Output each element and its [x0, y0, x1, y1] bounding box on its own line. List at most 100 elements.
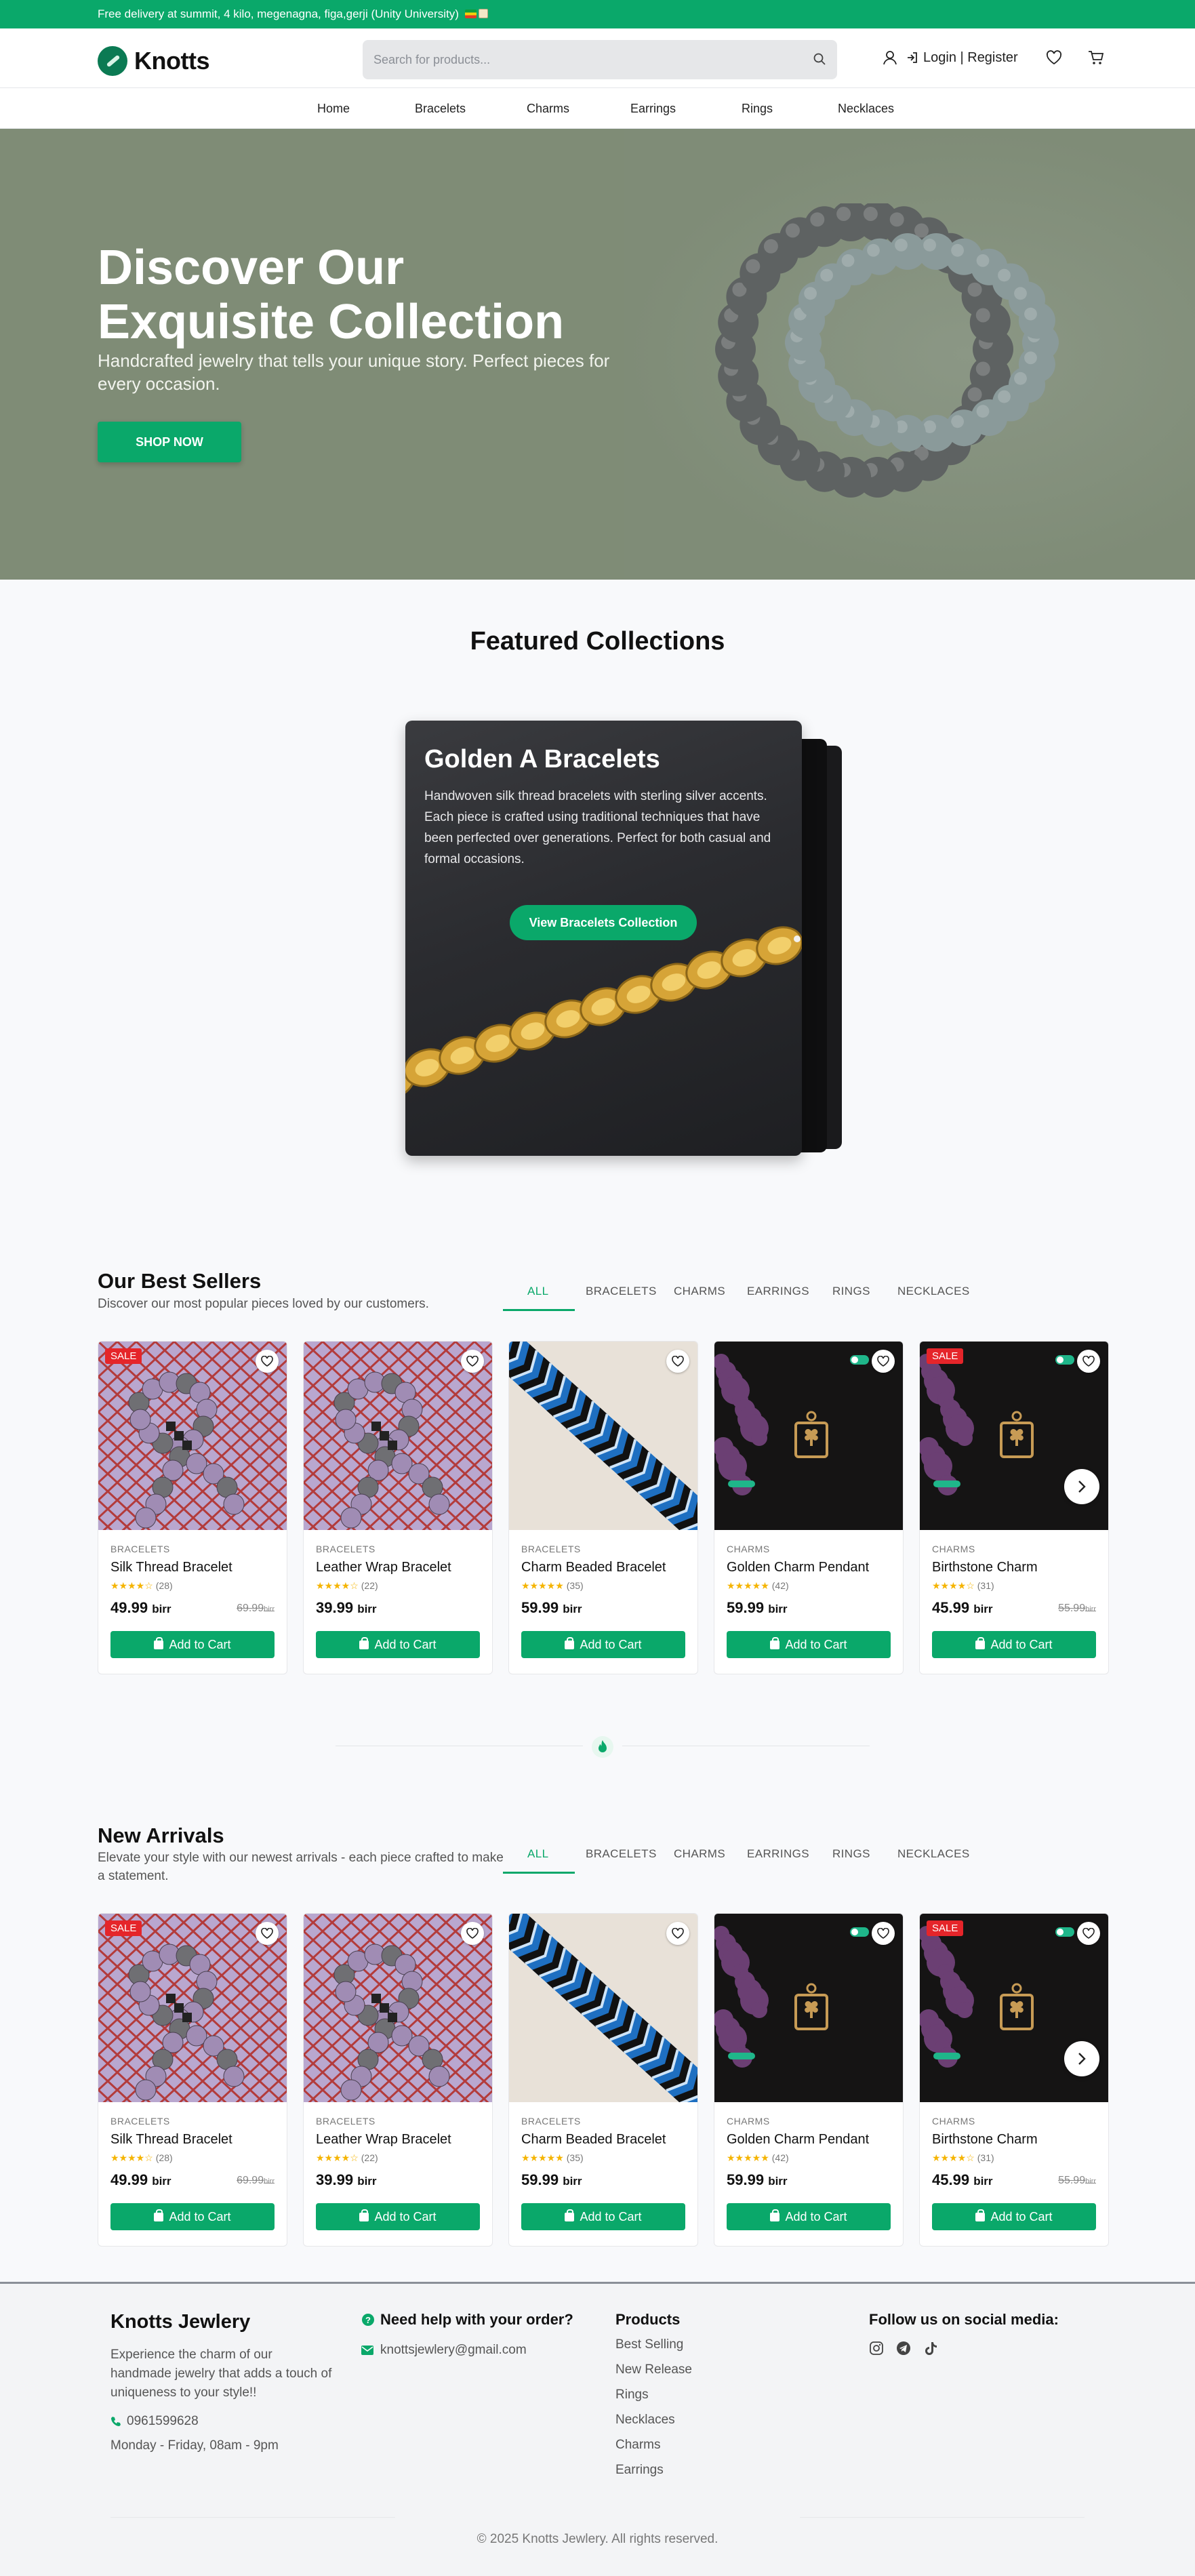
footer-link-best-selling[interactable]: Best Selling — [615, 2335, 819, 2354]
wishlist-button[interactable] — [872, 1350, 895, 1373]
add-to-cart-button[interactable]: Add to Cart — [521, 1631, 685, 1658]
product-card[interactable]: SALE BRACELETS Silk Thread Bracelet ★★★★☆ (2… — [98, 1913, 287, 2247]
wishlist-heart-icon[interactable] — [1045, 49, 1063, 66]
footer-products-title: Products — [615, 2311, 681, 2328]
product-card[interactable]: SALE CHARMS Birthstone Charm ★★★★☆ (31) 45.99… — [919, 1913, 1109, 2247]
product-name[interactable]: Golden Charm Pendant — [727, 2132, 869, 2148]
product-name[interactable]: Silk Thread Bracelet — [110, 2132, 232, 2148]
footer-link-earrings[interactable]: Earrings — [615, 2461, 819, 2479]
footer-hours: Monday - Friday, 08am - 9pm — [110, 2438, 279, 2453]
product-name[interactable]: Leather Wrap Bracelet — [316, 2132, 451, 2148]
mail-icon — [361, 2346, 373, 2355]
product-name[interactable]: Silk Thread Bracelet — [110, 1560, 232, 1575]
wishlist-button[interactable] — [256, 1350, 279, 1373]
cart-icon[interactable] — [1087, 49, 1105, 66]
product-name[interactable]: Charm Beaded Bracelet — [521, 2132, 666, 2148]
product-card[interactable]: BRACELETS Leather Wrap Bracelet ★★★★☆ (22) 3… — [303, 1913, 493, 2247]
tab-earrings[interactable]: EARRINGS — [747, 1285, 809, 1308]
review-count: (35) — [566, 1580, 584, 1591]
review-count: (42) — [771, 1580, 789, 1591]
nav-home[interactable]: Home — [317, 102, 350, 116]
footer-link-new-release[interactable]: New Release — [615, 2360, 819, 2379]
tab-all[interactable]: ALL — [527, 1285, 548, 1308]
login-label: Login | Register — [923, 49, 1018, 65]
product-card[interactable]: BRACELETS Leather Wrap Bracelet ★★★★☆ (22) 3… — [303, 1341, 493, 1674]
add-to-cart-button[interactable]: Add to Cart — [110, 1631, 275, 1658]
logo[interactable]: Knotts — [98, 46, 209, 76]
wishlist-button[interactable] — [666, 1350, 689, 1373]
wishlist-button[interactable] — [1077, 1922, 1100, 1945]
rating-stars: ★★★★★ (42) — [727, 2152, 789, 2163]
product-name[interactable]: Birthstone Charm — [932, 1560, 1038, 1575]
wishlist-button[interactable] — [461, 1350, 484, 1373]
product-name[interactable]: Golden Charm Pendant — [727, 1560, 869, 1575]
chevron-right-icon — [1078, 2053, 1086, 2065]
wishlist-button[interactable] — [461, 1922, 484, 1945]
footer-divider — [110, 2517, 395, 2518]
product-price: 59.99 birr — [727, 1599, 788, 1616]
add-to-cart-button[interactable]: Add to Cart — [110, 2203, 275, 2230]
tiktok-icon[interactable] — [923, 2341, 938, 2356]
product-card[interactable]: CHARMS Golden Charm Pendant ★★★★★ (42) 59.99… — [714, 1341, 904, 1674]
shopping-bag-icon — [975, 1636, 986, 1649]
add-to-cart-button[interactable]: Add to Cart — [316, 2203, 480, 2230]
nav-bracelets[interactable]: Bracelets — [415, 102, 466, 116]
tab-rings[interactable]: RINGS — [832, 1847, 870, 1870]
tab-all[interactable]: ALL — [527, 1847, 548, 1870]
tab-bracelets[interactable]: BRACELETS — [586, 1285, 657, 1308]
footer-link-rings[interactable]: Rings — [615, 2386, 819, 2404]
product-card[interactable]: SALE CHARMS Birthstone Charm ★★★★☆ (31) 45.99… — [919, 1341, 1109, 1674]
tab-rings[interactable]: RINGS — [832, 1285, 870, 1308]
add-to-cart-button[interactable]: Add to Cart — [521, 2203, 685, 2230]
product-card[interactable]: BRACELETS Charm Beaded Bracelet ★★★★★ (35) 5… — [508, 1913, 698, 2247]
carousel-next-button[interactable] — [1064, 2041, 1099, 2076]
user-icon[interactable] — [881, 49, 899, 66]
add-to-cart-button[interactable]: Add to Cart — [727, 1631, 891, 1658]
instagram-icon[interactable] — [869, 2341, 884, 2356]
wishlist-button[interactable] — [256, 1922, 279, 1945]
bead-bracelet-image — [715, 203, 1059, 498]
nav-charms[interactable]: Charms — [527, 102, 569, 116]
product-price: 39.99 birr — [316, 2171, 377, 2188]
tab-bracelets[interactable]: BRACELETS — [586, 1847, 657, 1870]
nav-rings[interactable]: Rings — [742, 102, 773, 116]
add-to-cart-button[interactable]: Add to Cart — [932, 2203, 1096, 2230]
product-card[interactable]: CHARMS Golden Charm Pendant ★★★★★ (42) 59.99… — [714, 1913, 904, 2247]
footer-link-charms[interactable]: Charms — [615, 2436, 819, 2454]
heart-icon — [1082, 1356, 1095, 1367]
footer-email[interactable]: knottsjewlery@gmail.com — [361, 2341, 592, 2360]
login-register-link[interactable]: Login | Register — [906, 50, 1018, 66]
tab-charms[interactable]: CHARMS — [674, 1285, 725, 1308]
carousel-next-button[interactable] — [1064, 1469, 1099, 1504]
nav-necklaces[interactable]: Necklaces — [838, 102, 894, 116]
product-card[interactable]: BRACELETS Charm Beaded Bracelet ★★★★★ (35) 5… — [508, 1341, 698, 1674]
shop-now-button[interactable]: SHOP NOW — [98, 422, 241, 462]
product-name[interactable]: Leather Wrap Bracelet — [316, 1560, 451, 1575]
tab-necklaces[interactable]: NECKLACES — [897, 1847, 970, 1870]
wishlist-button[interactable] — [666, 1922, 689, 1945]
add-to-cart-button[interactable]: Add to Cart — [932, 1631, 1096, 1658]
view-bracelets-button[interactable]: View Bracelets Collection — [510, 905, 697, 940]
add-to-cart-button[interactable]: Add to Cart — [316, 1631, 480, 1658]
nav-earrings[interactable]: Earrings — [630, 102, 676, 116]
wishlist-button[interactable] — [1077, 1350, 1100, 1373]
footer-phone[interactable]: 0961599628 — [110, 2412, 334, 2431]
review-count: (22) — [361, 2152, 378, 2163]
product-name[interactable]: Birthstone Charm — [932, 2132, 1038, 2148]
search-input[interactable] — [363, 40, 783, 79]
rating-stars: ★★★★★ (35) — [521, 1580, 584, 1591]
add-to-cart-button[interactable]: Add to Cart — [727, 2203, 891, 2230]
product-category: CHARMS — [727, 2116, 770, 2127]
search-icon[interactable] — [813, 52, 826, 66]
wishlist-button[interactable] — [872, 1922, 895, 1945]
footer-link-necklaces[interactable]: Necklaces — [615, 2411, 819, 2429]
telegram-icon[interactable] — [896, 2341, 911, 2356]
rating-stars: ★★★★☆ (28) — [110, 1580, 173, 1591]
flame-icon — [592, 1736, 613, 1758]
tab-earrings[interactable]: EARRINGS — [747, 1847, 809, 1870]
featured-collection-card[interactable]: Golden A Bracelets Handwoven silk thread… — [405, 721, 802, 1156]
tab-charms[interactable]: CHARMS — [674, 1847, 725, 1870]
product-name[interactable]: Charm Beaded Bracelet — [521, 1560, 666, 1575]
product-card[interactable]: SALE BRACELETS Silk Thread Bracelet ★★★★☆ (2… — [98, 1341, 287, 1674]
tab-necklaces[interactable]: NECKLACES — [897, 1285, 970, 1308]
